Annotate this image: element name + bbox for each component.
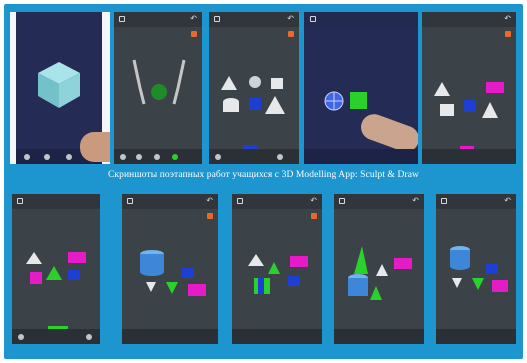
undo-icon[interactable]: ↶	[206, 196, 213, 206]
app-topbar	[12, 194, 100, 209]
screenshot-bottom-5: ↶	[436, 194, 516, 344]
layers-icon[interactable]	[311, 213, 317, 219]
screenshot-bottom-4: ↶	[334, 194, 424, 344]
tool-icon[interactable]	[215, 154, 221, 160]
app-topbar: ↶	[114, 12, 202, 27]
layers-icon[interactable]	[191, 31, 197, 37]
app-topbar: ↶	[334, 194, 424, 209]
app-toolbar	[436, 329, 516, 344]
app-screen: ↶	[122, 194, 218, 344]
app-topbar	[304, 12, 418, 27]
tool-icon[interactable]	[136, 154, 142, 160]
app-topbar: ↶	[422, 12, 516, 27]
app-toolbar	[12, 329, 100, 344]
settings-icon[interactable]	[214, 16, 220, 22]
app-screen	[12, 194, 100, 344]
primitives	[434, 82, 504, 118]
app-toolbar	[114, 149, 202, 164]
app-toolbar	[232, 329, 322, 344]
hands-figure	[132, 59, 186, 105]
undo-icon[interactable]: ↶	[190, 14, 197, 24]
tool-icon[interactable]	[66, 154, 72, 160]
tool-icon[interactable]	[86, 334, 92, 340]
primitives	[348, 246, 412, 300]
tool-icon[interactable]	[44, 154, 50, 160]
app-screen: ↶	[209, 12, 299, 164]
app-toolbar	[209, 149, 299, 164]
settings-icon[interactable]	[127, 198, 133, 204]
app-toolbar	[334, 329, 424, 344]
layers-icon[interactable]	[207, 213, 213, 219]
settings-icon[interactable]	[441, 198, 447, 204]
screenshot-hands-tool: ↶	[114, 12, 202, 164]
primitives	[221, 76, 285, 114]
app-topbar: ↶	[209, 12, 299, 27]
undo-icon[interactable]: ↶	[504, 196, 511, 206]
tool-icon[interactable]	[277, 154, 283, 160]
app-toolbar	[122, 329, 218, 344]
slide: ↶ ↶ ↶ Скриншоты поэтапных работ учащихся…	[0, 0, 527, 363]
screenshot-bottom-1	[12, 194, 100, 344]
primitives	[450, 246, 508, 292]
screenshot-bottom-3: ↶	[232, 194, 322, 344]
app-screen: ↶	[436, 194, 516, 344]
undo-icon[interactable]: ↶	[287, 14, 294, 24]
phone-screen	[304, 12, 418, 164]
primitives	[26, 252, 86, 284]
undo-icon[interactable]: ↶	[412, 196, 419, 206]
settings-icon[interactable]	[17, 198, 23, 204]
app-screen: ↶	[334, 194, 424, 344]
undo-icon[interactable]: ↶	[504, 14, 511, 24]
app-topbar: ↶	[232, 194, 322, 209]
tool-icon[interactable]	[24, 154, 30, 160]
collage-panel: ↶ ↶ ↶ Скриншоты поэтапных работ учащихся…	[4, 4, 523, 359]
cube-icon	[38, 62, 80, 108]
screenshot-primitive-set: ↶	[209, 12, 299, 164]
finger	[80, 132, 110, 162]
sphere-icon	[324, 91, 367, 111]
phone-toolbar	[304, 149, 418, 164]
color-icon[interactable]	[172, 154, 178, 160]
app-screen: ↶	[114, 12, 202, 164]
tool-icon[interactable]	[120, 154, 126, 160]
app-screen: ↶	[422, 12, 516, 164]
screenshot-bottom-2: ↶	[122, 194, 218, 344]
app-topbar: ↶	[436, 194, 516, 209]
settings-icon[interactable]	[237, 198, 243, 204]
tool-icon[interactable]	[154, 154, 160, 160]
screenshot-cube-on-phone	[10, 12, 110, 164]
settings-icon[interactable]	[339, 198, 345, 204]
tool-icon[interactable]	[18, 334, 24, 340]
app-topbar: ↶	[122, 194, 218, 209]
screenshot-colored-set: ↶	[422, 12, 516, 164]
screenshot-hand-gesture	[304, 12, 418, 164]
undo-icon[interactable]: ↶	[310, 196, 317, 206]
layers-icon[interactable]	[505, 31, 511, 37]
settings-icon[interactable]	[310, 16, 316, 22]
primitives	[248, 254, 308, 294]
app-screen: ↶	[232, 194, 322, 344]
primitives	[140, 250, 206, 296]
settings-icon[interactable]	[119, 16, 125, 22]
caption: Скриншоты поэтапных работ учащихся с 3D …	[107, 170, 420, 180]
app-toolbar	[422, 149, 516, 164]
layers-icon[interactable]	[288, 31, 294, 37]
